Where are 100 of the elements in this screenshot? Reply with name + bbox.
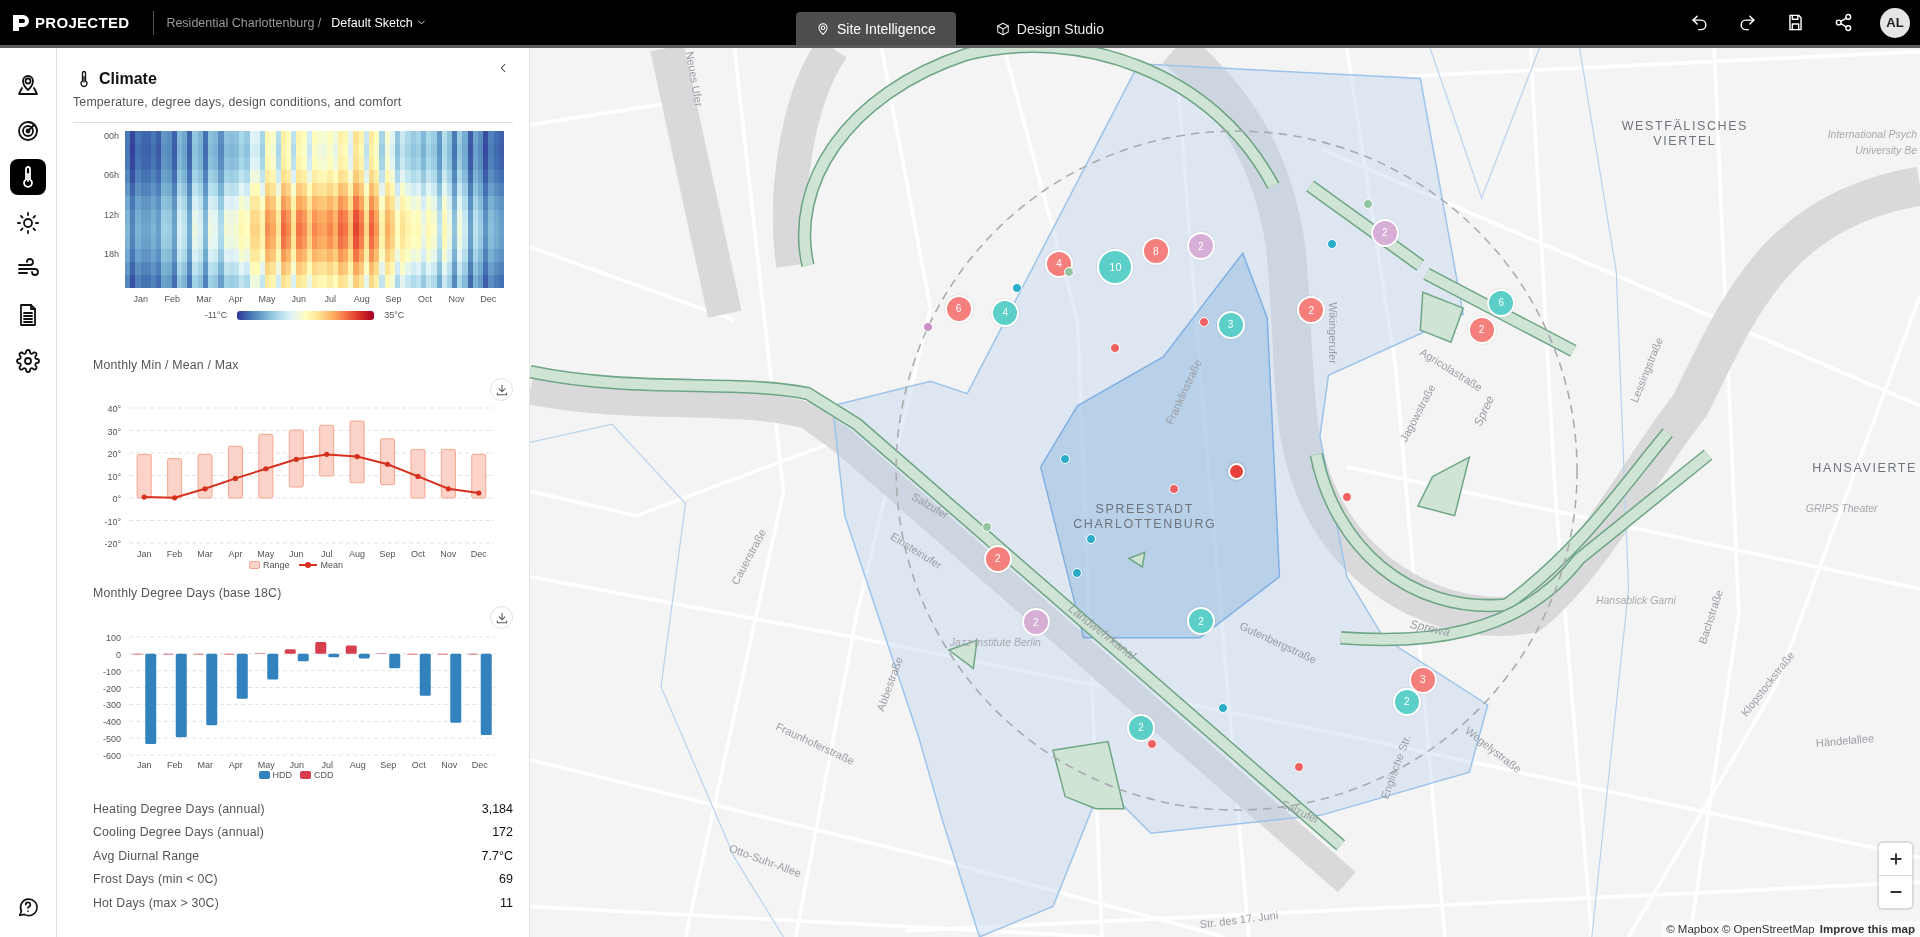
map-pin-icon: [816, 21, 830, 36]
series-point: [354, 454, 360, 460]
axis-label: Apr: [228, 549, 243, 559]
axis-label: Feb: [167, 760, 183, 770]
axis-label: 100: [105, 633, 121, 643]
help-chat-icon: [17, 896, 39, 918]
map-dot[interactable]: [1169, 483, 1180, 494]
tab[interactable]: Site Intelligence: [796, 12, 956, 45]
map-dot[interactable]: [1147, 738, 1158, 749]
legend-label: Mean: [320, 560, 343, 570]
axis-label: May: [257, 294, 277, 304]
map-dot[interactable]: [1198, 317, 1209, 328]
series-point: [263, 466, 269, 472]
download-button[interactable]: [490, 378, 513, 401]
map-dot[interactable]: [1063, 267, 1074, 278]
user-avatar[interactable]: AL: [1880, 7, 1910, 38]
panel-title: Climate: [99, 70, 157, 88]
axis-label: 10°: [107, 471, 121, 482]
range-bar: [258, 433, 274, 499]
axis-label: Feb: [163, 294, 182, 304]
download-icon: [494, 382, 509, 397]
axis-label: Jul: [320, 549, 333, 559]
axis-label: Jan: [137, 760, 152, 770]
map-dot[interactable]: [1060, 454, 1071, 465]
axis-label: Aug: [349, 760, 366, 770]
axis-label: Apr: [228, 760, 243, 770]
range-bar: [227, 445, 243, 499]
range-bar: [197, 453, 213, 499]
axis-label: Apr: [227, 294, 244, 304]
axis-label: Sep: [380, 760, 397, 770]
map-dot[interactable]: [1218, 703, 1229, 714]
axis-label: Jan: [136, 549, 152, 559]
map-dot[interactable]: [1362, 198, 1373, 209]
place-label: International Psych: [1827, 128, 1917, 139]
axis-label: 06h: [103, 170, 119, 183]
street-label: Wikingerufer: [1326, 302, 1338, 365]
rail-button[interactable]: [10, 159, 46, 195]
stat-value: 3,184: [481, 801, 513, 816]
legend-line-icon: [297, 560, 318, 570]
save-icon[interactable]: [1786, 13, 1805, 32]
sketch-dropdown[interactable]: Default Sketch: [331, 15, 427, 30]
axis-label: Mar: [197, 760, 213, 770]
cube-icon: [995, 21, 1010, 36]
axis-label: Nov: [447, 294, 466, 304]
share-icon[interactable]: [1834, 13, 1853, 32]
legend-label: CDD: [314, 770, 334, 780]
settings-icon: [16, 349, 40, 373]
range-bar: [167, 458, 183, 499]
axis-label: 00h: [103, 131, 119, 143]
stat-label: Cooling Degree Days (annual): [93, 825, 264, 840]
map-dot[interactable]: [1085, 534, 1096, 545]
axis-label: Sep: [384, 294, 403, 304]
street-label: Neues Ufer: [683, 50, 705, 107]
undo-icon[interactable]: [1690, 13, 1709, 32]
series-point: [141, 494, 147, 500]
axis-label: 0: [116, 649, 121, 660]
legend-swatch: [258, 771, 270, 779]
axis-label: -300: [103, 700, 121, 711]
logo[interactable]: PROJECTED: [12, 13, 130, 32]
redo-icon[interactable]: [1738, 13, 1757, 32]
tab[interactable]: Design Studio: [975, 12, 1124, 45]
axis-label: 40°: [107, 404, 121, 414]
stat-label: Hot Days (max > 30C): [93, 895, 219, 910]
download-button[interactable]: [490, 606, 513, 629]
sun-icon: [16, 211, 40, 235]
map-dot[interactable]: [1072, 568, 1083, 579]
axis-label: Nov: [440, 549, 457, 559]
series-point: [445, 486, 451, 492]
stat-value: 172: [492, 825, 513, 840]
radar-icon: [16, 119, 40, 143]
axis-label: 30°: [107, 426, 121, 437]
map-dot[interactable]: [1341, 492, 1352, 503]
range-bar: [288, 429, 304, 488]
map-dot[interactable]: [1327, 238, 1338, 249]
range-bar: [136, 453, 152, 499]
map-dot[interactable]: [1012, 283, 1023, 294]
legend-label: Range: [262, 560, 290, 570]
axis-label: Jun: [289, 760, 304, 770]
waterway-label: Sprewa: [1409, 618, 1452, 639]
range-bar: [471, 453, 487, 499]
map-dot[interactable]: [923, 322, 933, 333]
scale-max-label: 35°C: [384, 310, 405, 320]
project-name[interactable]: Residential Charlottenburg /: [166, 15, 322, 30]
download-icon: [494, 610, 509, 625]
axis-label: -500: [103, 734, 121, 745]
map-dot[interactable]: [981, 521, 992, 532]
axis-label: Dec: [479, 294, 498, 304]
axis-label: 18h: [103, 249, 119, 262]
range-bar: [440, 448, 456, 499]
zoom-in-icon[interactable]: [1887, 851, 1904, 867]
axis-label: Oct: [411, 760, 426, 770]
axis-label: -100: [103, 666, 121, 677]
map-dot[interactable]: [1110, 343, 1121, 354]
stat-label: Heating Degree Days (annual): [93, 801, 265, 816]
chart-title: Monthly Min / Mean / Max: [93, 358, 240, 372]
axis-label: Jun: [290, 294, 307, 304]
stat-value: 7.7°C: [481, 848, 513, 863]
map-dot[interactable]: [1294, 761, 1305, 772]
series-point: [172, 495, 178, 501]
improve-map-link[interactable]: Improve this map: [1819, 923, 1915, 935]
